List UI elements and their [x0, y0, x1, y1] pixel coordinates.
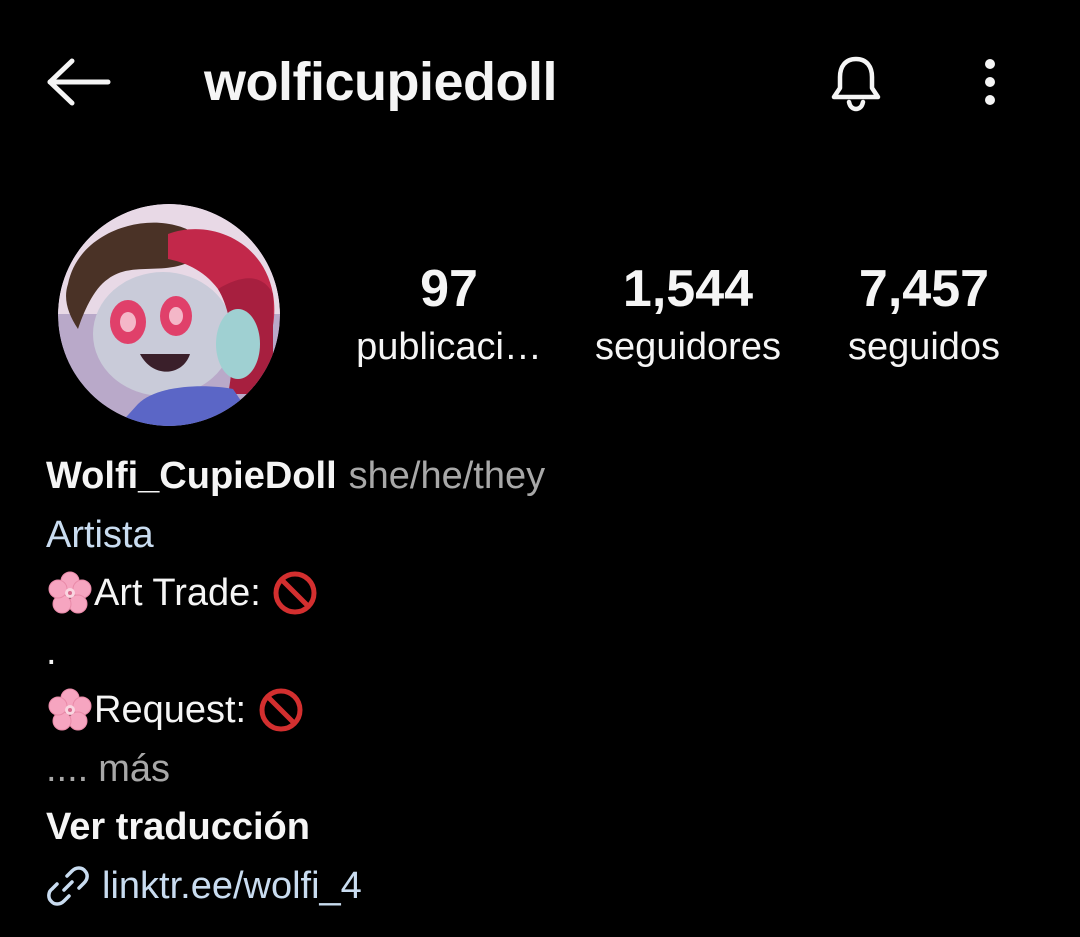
back-button[interactable]	[40, 52, 118, 112]
external-link-text: linktr.ee/wolfi_4	[102, 864, 362, 907]
following-count: 7,457	[858, 260, 990, 318]
more-vertical-icon	[985, 59, 995, 105]
following-stat[interactable]: 7,457 seguidos	[826, 258, 1022, 374]
request-text: Request:	[94, 689, 257, 731]
bio-more-line: .... más	[46, 740, 1046, 799]
posts-label: publicaci…	[356, 326, 542, 368]
more-options-button[interactable]	[966, 52, 1014, 112]
cherry-blossom-icon	[46, 569, 94, 617]
prohibited-icon	[257, 686, 305, 734]
link-icon	[47, 866, 89, 906]
pronouns: she/he/they	[348, 455, 546, 497]
bio-ellipsis: ....	[46, 747, 89, 790]
translate-line: Ver traducción	[46, 798, 1046, 857]
top-bar: wolficupiedoll	[0, 0, 1080, 165]
prohibited-icon	[271, 569, 319, 617]
bell-icon	[831, 56, 881, 112]
followers-stat[interactable]: 1,544 seguidores	[580, 258, 796, 374]
profile-stats: 97 publicaci… 1,544 seguidores 7,457 seg…	[330, 258, 1050, 388]
followers-label: seguidores	[595, 326, 781, 368]
dot-text: .	[46, 630, 57, 673]
notifications-button[interactable]	[820, 50, 892, 116]
external-link[interactable]: linktr.ee/wolfi_4	[46, 857, 1046, 916]
profile-username-title: wolficupiedoll	[204, 52, 558, 112]
following-label: seguidos	[847, 326, 1001, 368]
bio-line-request: Request:	[46, 681, 1046, 740]
posts-count: 97	[420, 260, 478, 318]
followers-count: 1,544	[622, 260, 754, 318]
more-link[interactable]: más	[98, 740, 170, 799]
posts-stat[interactable]: 97 publicaci…	[346, 258, 552, 374]
see-translation-button[interactable]: Ver traducción	[46, 798, 310, 857]
bio-line-dot: .	[46, 623, 1046, 682]
profile-bio: Wolfi_CupieDoll she/he/they Artista Art …	[46, 447, 1046, 915]
cherry-blossom-icon	[46, 686, 94, 734]
profile-avatar[interactable]	[58, 204, 280, 426]
bio-line-art-trade: Art Trade:	[46, 564, 1046, 623]
art-trade-text: Art Trade:	[94, 572, 272, 614]
category-label[interactable]: Artista	[46, 506, 154, 565]
name-line: Wolfi_CupieDoll she/he/they	[46, 447, 1046, 506]
category-line: Artista	[46, 506, 1046, 565]
avatar-illustration	[58, 204, 280, 426]
display-name: Wolfi_CupieDoll	[46, 455, 337, 497]
arrow-left-icon	[47, 58, 111, 106]
